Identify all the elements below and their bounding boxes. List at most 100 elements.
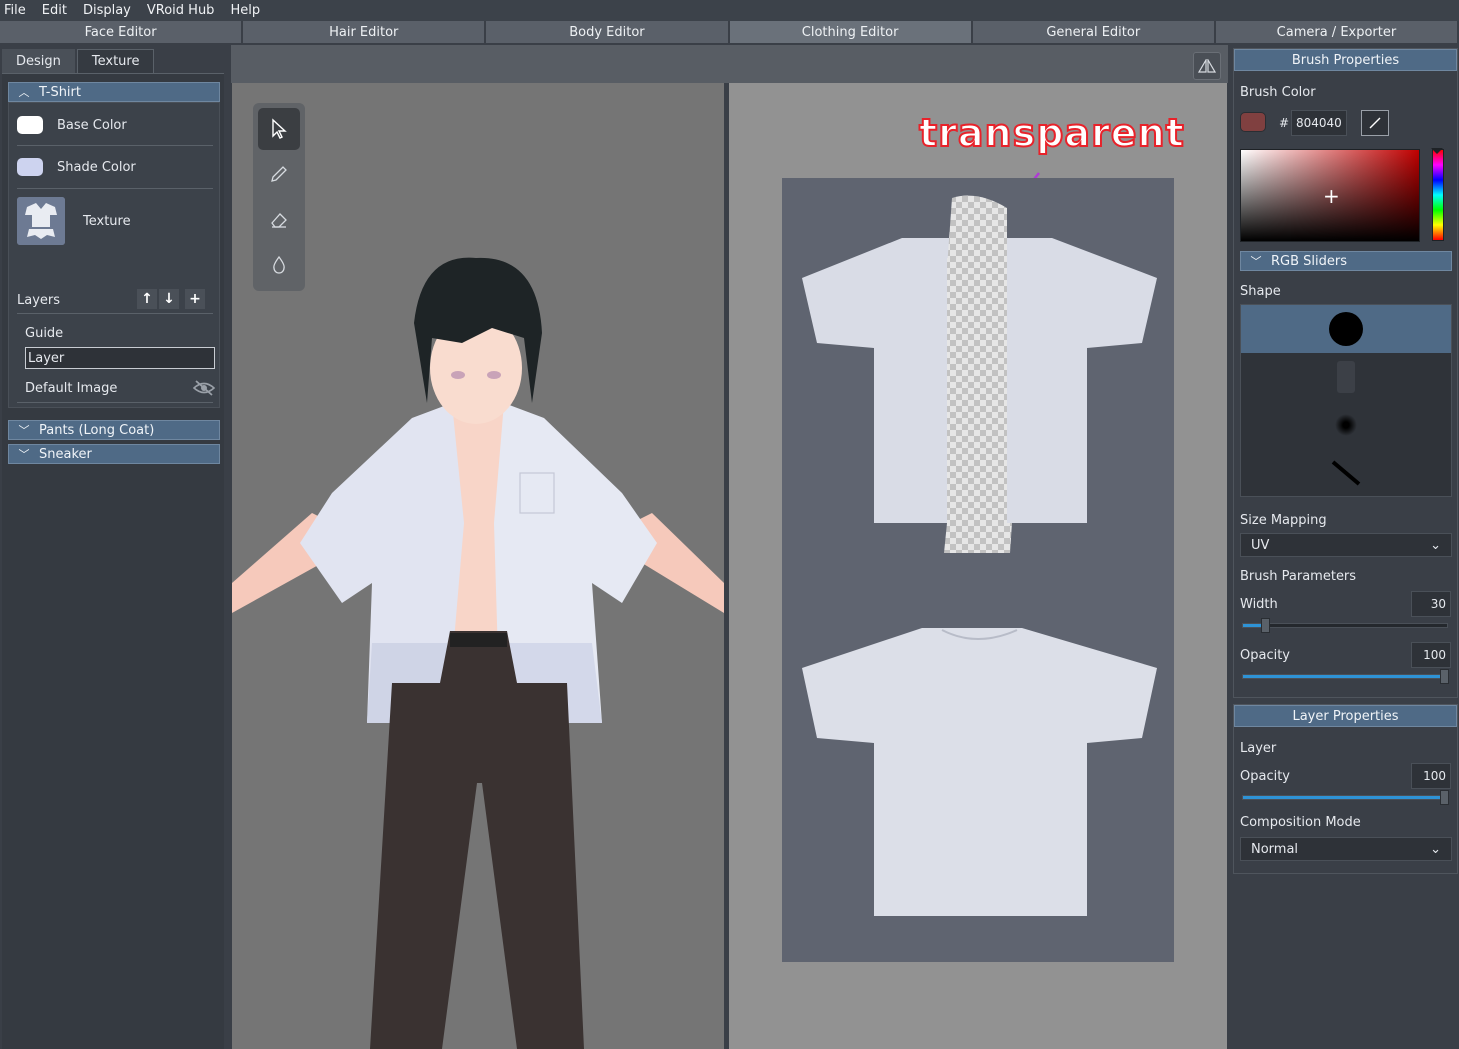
hex-field: # 804040 — [1279, 110, 1347, 136]
section-sneaker-label: Sneaker — [39, 446, 92, 462]
layers-tools: ↑ ↓ + — [137, 289, 205, 309]
uv-texture-canvas[interactable] — [782, 178, 1174, 962]
layer-down-button[interactable]: ↓ — [159, 289, 179, 309]
shade-color-swatch[interactable] — [17, 158, 43, 176]
eraser-tool[interactable] — [258, 199, 300, 241]
section-tshirt-header[interactable]: ︿ T-Shirt — [8, 82, 220, 102]
divider — [17, 145, 213, 146]
layer-guide-label: Guide — [25, 325, 64, 341]
tab-body-editor[interactable]: Body Editor — [486, 21, 730, 43]
shade-color-row[interactable]: Shade Color — [17, 151, 213, 183]
width-slider-thumb[interactable] — [1261, 618, 1270, 633]
layer-default-label: Default Image — [25, 380, 118, 396]
eraser-icon — [271, 213, 287, 228]
transparent-annotation: transparent — [918, 110, 1185, 156]
select-tool[interactable] — [258, 108, 300, 150]
tab-face-editor[interactable]: Face Editor — [0, 21, 244, 43]
color-picker-field[interactable]: + — [1240, 149, 1420, 242]
menu-bar: File Edit Display VRoid Hub Help — [0, 0, 1459, 21]
hue-slider[interactable] — [1431, 148, 1444, 241]
tab-hair-editor[interactable]: Hair Editor — [243, 21, 487, 43]
section-tshirt-label: T-Shirt — [39, 84, 81, 100]
pen-tool[interactable] — [258, 153, 300, 195]
texture-row[interactable]: Texture — [17, 195, 213, 247]
arrow-down-icon: ↓ — [163, 291, 175, 307]
section-pants-header[interactable]: ﹀ Pants (Long Coat) — [8, 420, 220, 440]
layer-item-selected[interactable]: Layer — [25, 347, 215, 369]
layer-opacity-thumb[interactable] — [1440, 790, 1449, 805]
layer-opacity-slider[interactable] — [1242, 790, 1449, 805]
pencil-icon — [271, 166, 287, 182]
menu-display[interactable]: Display — [83, 3, 131, 18]
width-slider[interactable] — [1242, 618, 1448, 633]
eyedropper-icon — [1369, 117, 1381, 129]
character-model-illustration — [232, 257, 724, 1049]
base-color-row[interactable]: Base Color — [17, 109, 213, 141]
hex-input[interactable]: 804040 — [1291, 110, 1347, 136]
shade-color-label: Shade Color — [57, 159, 136, 175]
brush-properties-title: Brush Properties — [1234, 49, 1457, 71]
editor-tabs: Face Editor Hair Editor Body Editor Clot… — [0, 21, 1459, 43]
arrow-up-icon: ↑ — [141, 291, 153, 307]
menu-edit[interactable]: Edit — [42, 3, 67, 18]
base-color-swatch[interactable] — [17, 116, 43, 134]
chevron-down-icon: ﹀ — [18, 424, 30, 437]
crosshair-icon: + — [1323, 184, 1340, 208]
chevron-down-icon: ⌄ — [1430, 841, 1441, 857]
tab-camera-exporter[interactable]: Camera / Exporter — [1215, 21, 1459, 43]
chevron-up-icon: ︿ — [18, 86, 30, 99]
hex-prefix: # — [1279, 116, 1290, 130]
width-input[interactable]: 30 — [1411, 591, 1451, 617]
eyedropper-button[interactable] — [1361, 110, 1389, 136]
shape-soft-round[interactable] — [1241, 401, 1451, 449]
3d-viewport[interactable] — [232, 83, 724, 1049]
rgb-sliders-header[interactable]: ﹀ RGB Sliders — [1240, 251, 1452, 271]
layers-label: Layers — [17, 292, 61, 308]
viewport-toolbar — [231, 45, 1228, 83]
tab-design[interactable]: Design — [2, 49, 75, 73]
brush-color-swatch[interactable] — [1240, 112, 1266, 132]
size-mapping-dropdown[interactable]: UV ⌄ — [1240, 533, 1452, 557]
subtabs: Design Texture — [2, 49, 156, 73]
center-area: transparent — [231, 45, 1228, 1049]
layer-item-default-image[interactable]: Default Image — [25, 376, 215, 400]
brush-opacity-input[interactable]: 100 — [1411, 642, 1451, 668]
shape-texture[interactable] — [1241, 353, 1451, 401]
layer-item-guide[interactable]: Layer Guide — [25, 321, 221, 345]
divider — [17, 313, 213, 314]
menu-file[interactable]: File — [4, 3, 26, 18]
brush-color-label: Brush Color — [1240, 85, 1316, 100]
brush-shape-list — [1240, 304, 1452, 497]
base-color-label: Base Color — [57, 117, 127, 133]
eye-hidden-icon[interactable] — [193, 380, 215, 396]
layer-opacity-input[interactable]: 100 — [1411, 763, 1451, 789]
composition-mode-dropdown[interactable]: Normal ⌄ — [1240, 837, 1452, 861]
divider — [17, 188, 213, 189]
right-panel: Brush Properties Brush Color # 804040 + … — [1233, 45, 1459, 1049]
size-mapping-value: UV — [1251, 537, 1270, 553]
shape-hard-round[interactable] — [1241, 305, 1451, 353]
fill-tool[interactable] — [258, 244, 300, 286]
menu-vroid-hub[interactable]: VRoid Hub — [147, 3, 215, 18]
cursor-arrow-icon — [272, 118, 287, 139]
tab-clothing-editor[interactable]: Clothing Editor — [729, 21, 973, 43]
add-layer-button[interactable]: + — [185, 289, 205, 309]
brush-parameters-label: Brush Parameters — [1240, 569, 1357, 584]
menu-help[interactable]: Help — [230, 3, 260, 18]
mirror-button[interactable] — [1193, 52, 1221, 80]
brush-opacity-slider[interactable] — [1242, 669, 1449, 684]
section-pants-label: Pants (Long Coat) — [39, 422, 155, 438]
size-mapping-label: Size Mapping — [1240, 513, 1327, 528]
chevron-down-icon: ﹀ — [18, 448, 30, 461]
composition-mode-value: Normal — [1251, 841, 1299, 857]
brush-opacity-thumb[interactable] — [1440, 669, 1449, 684]
layer-up-button[interactable]: ↑ — [137, 289, 157, 309]
shape-line[interactable] — [1241, 449, 1451, 497]
section-sneaker-header[interactable]: ﹀ Sneaker — [8, 444, 220, 464]
texture-thumbnail[interactable] — [17, 197, 65, 245]
hue-marker — [1431, 148, 1443, 154]
texture-panel: ︿ T-Shirt Base Color Shade Color Texture… — [2, 73, 224, 1049]
tab-texture[interactable]: Texture — [76, 49, 155, 73]
tab-general-editor[interactable]: General Editor — [972, 21, 1216, 43]
texture-viewport[interactable]: transparent — [729, 83, 1227, 1049]
